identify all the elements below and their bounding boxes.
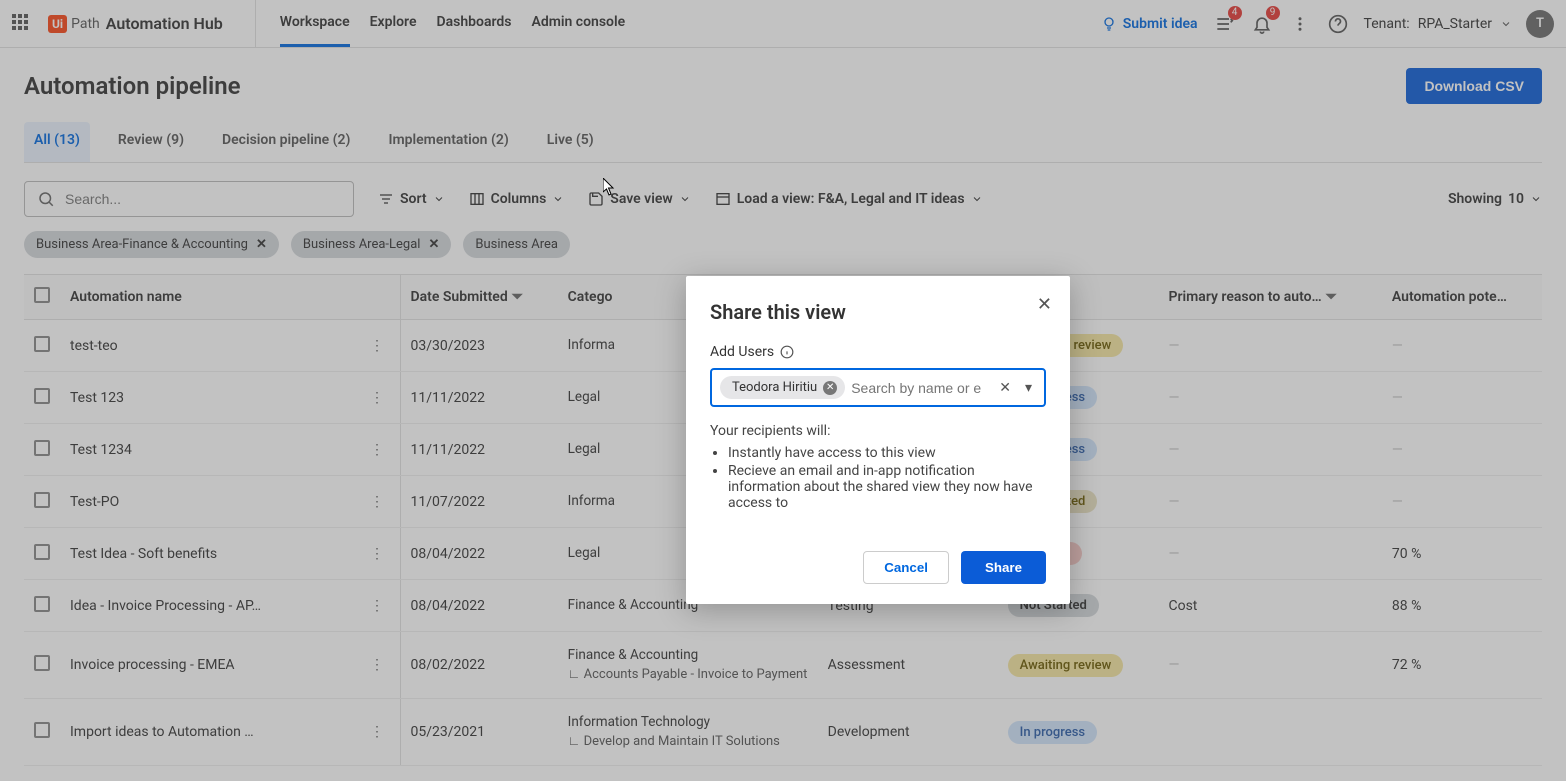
- close-icon[interactable]: ✕: [1037, 294, 1052, 315]
- dropdown-icon[interactable]: ▾: [1021, 380, 1036, 396]
- user-search-field[interactable]: [851, 380, 989, 396]
- recipients-desc: Your recipients will:: [710, 423, 1046, 439]
- add-users-label: Add Users: [710, 344, 1046, 360]
- cancel-button[interactable]: Cancel: [863, 551, 949, 584]
- modal-overlay[interactable]: ✕ Share this view Add Users Teodora Hiri…: [0, 0, 1566, 781]
- share-button[interactable]: Share: [961, 551, 1046, 584]
- info-icon[interactable]: [780, 345, 794, 359]
- share-view-modal: ✕ Share this view Add Users Teodora Hiri…: [686, 276, 1070, 604]
- remove-user-icon[interactable]: ✕: [823, 381, 837, 395]
- user-chip: Teodora Hiritiu ✕: [720, 376, 845, 399]
- user-search-input[interactable]: Teodora Hiritiu ✕ ✕ ▾: [710, 368, 1046, 407]
- recipients-list: Instantly have access to this view Recie…: [728, 445, 1046, 511]
- clear-icon[interactable]: ✕: [995, 380, 1015, 396]
- modal-title: Share this view: [710, 300, 1046, 324]
